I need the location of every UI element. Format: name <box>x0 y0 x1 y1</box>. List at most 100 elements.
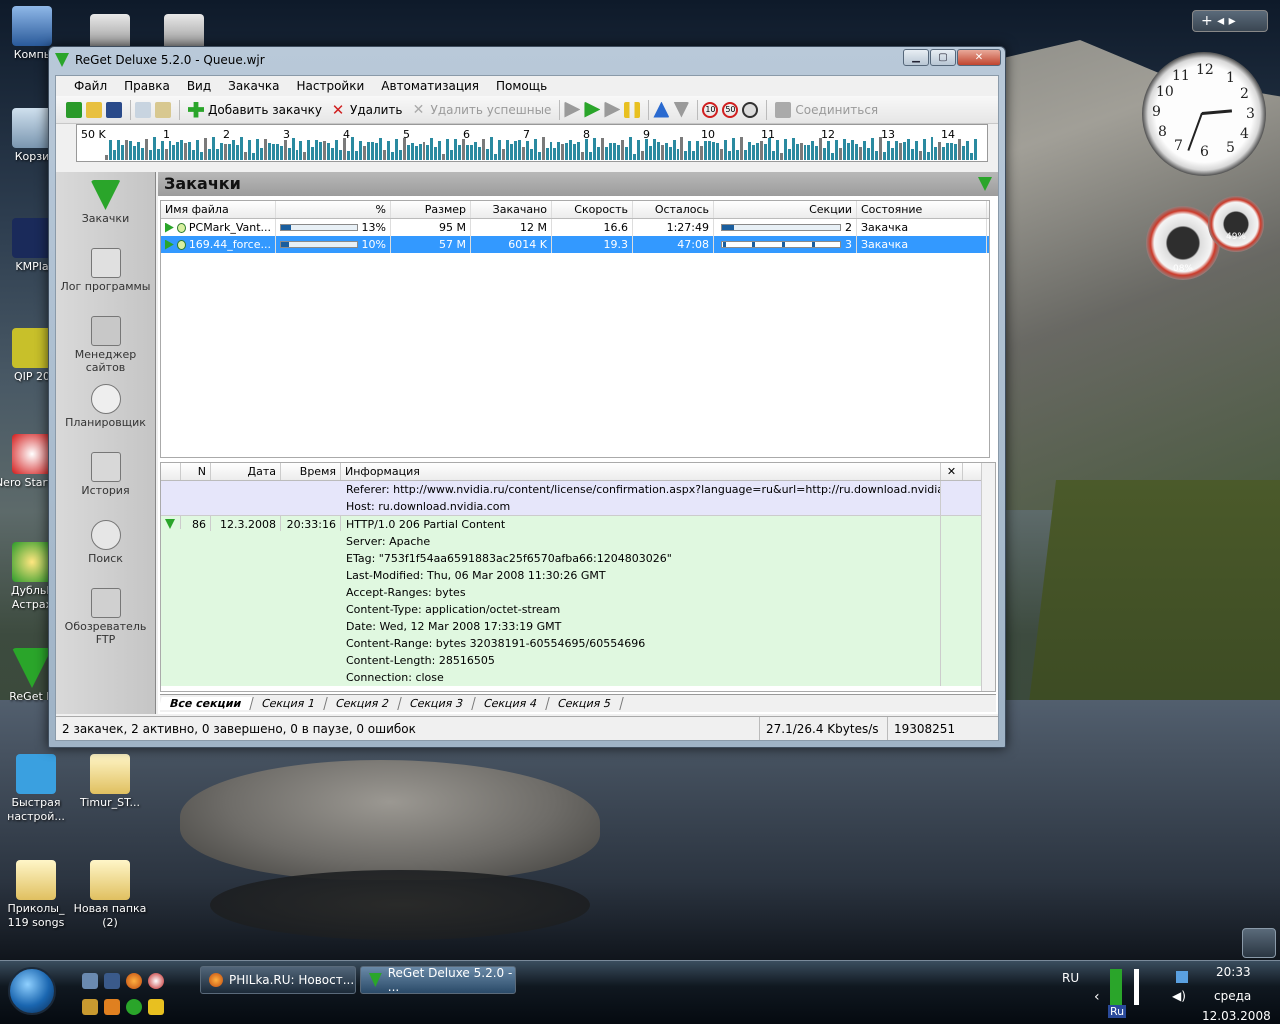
check-icon[interactable] <box>66 101 82 118</box>
graph-bar <box>827 140 831 160</box>
close-log-icon[interactable]: ✕ <box>941 463 963 480</box>
menu-automation[interactable]: Автоматизация <box>373 79 488 93</box>
pause-icon[interactable] <box>624 101 641 118</box>
table-row[interactable]: PCMark_Vant... 13% 95 M 12 M 16.6 1:27:4… <box>161 219 989 236</box>
nav-site-manager[interactable]: Менеджер сайтов <box>56 308 155 376</box>
menu-file[interactable]: Файл <box>66 79 116 93</box>
clock-day[interactable]: среда <box>1214 989 1251 1003</box>
reget-window: ReGet Deluxe 5.2.0 - Queue.wjr ▁ ▢ ✕ Фай… <box>48 46 1006 748</box>
col-speed[interactable]: Скорость <box>552 201 633 218</box>
speed-limit-10-icon[interactable]: 10 <box>702 101 719 118</box>
graph-bar <box>870 138 874 160</box>
log-line: ETag: "753f1f54aa6591883ac25f6570afba66:… <box>346 552 672 565</box>
window-title: ReGet Deluxe 5.2.0 - Queue.wjr <box>75 53 265 67</box>
menu-settings[interactable]: Настройки <box>289 79 374 93</box>
quicklaunch-app4-icon[interactable] <box>148 999 164 1015</box>
desktop-icon-folder-timur[interactable]: Timur_ST... <box>70 754 150 810</box>
tab-all-sections[interactable]: Все секции <box>158 697 254 710</box>
minimize-button[interactable]: ▁ <box>903 49 929 66</box>
section-tabs: Все секции Секция 1 Секция 2 Секция 3 Се… <box>158 694 996 712</box>
graph-bar <box>573 144 577 160</box>
move-down-icon[interactable] <box>673 101 690 118</box>
delete-button[interactable]: ✕ Удалить <box>326 99 407 121</box>
show-desktop-button[interactable] <box>1242 928 1276 958</box>
menu-download[interactable]: Закачка <box>220 79 288 93</box>
tab-section-4[interactable]: Секция 4 <box>472 697 550 710</box>
quicklaunch-app3-icon[interactable] <box>126 999 142 1015</box>
quicklaunch-firefox-icon[interactable] <box>126 973 142 989</box>
add-download-button[interactable]: Добавить закачку <box>184 99 326 121</box>
col-filename[interactable]: Имя файла <box>161 201 276 218</box>
table-row-selected[interactable]: 169.44_force... 10% 57 M 6014 K 19.3 47:… <box>161 236 989 253</box>
desktop-icon-folder-songs[interactable]: Приколы_ 119 songs <box>0 860 76 930</box>
quicklaunch-desktop-icon[interactable] <box>82 973 98 989</box>
start-icon[interactable] <box>584 101 601 118</box>
col-size[interactable]: Размер <box>391 201 471 218</box>
paste-icon[interactable] <box>155 101 171 118</box>
log-entry[interactable]: 86 12.3.2008 20:33:16 HTTP/1.0 206 Parti… <box>161 515 995 686</box>
quicklaunch-opera-icon[interactable] <box>148 973 164 989</box>
tray-icons[interactable] <box>1110 969 1170 1005</box>
network-icon[interactable] <box>1176 971 1188 983</box>
traffic-graph: 50 K 1 2 3 4 5 6 7 8 9 10 11 12 13 14 <box>76 124 988 162</box>
menu-view[interactable]: Вид <box>179 79 220 93</box>
tab-section-1[interactable]: Секция 1 <box>250 697 328 710</box>
nav-scheduler[interactable]: Планировщик <box>56 376 155 444</box>
plus-icon <box>188 101 204 118</box>
graph-bar <box>890 147 894 160</box>
graph-bar <box>112 150 116 160</box>
volume-icon[interactable]: ◀) <box>1172 989 1186 1003</box>
col-state[interactable]: Состояние <box>857 201 987 218</box>
graph-bar <box>779 153 783 160</box>
nav-downloads[interactable]: Закачки <box>56 172 155 240</box>
nav-ftp-browser[interactable]: Обозреватель FTP <box>56 580 155 648</box>
tab-section-2[interactable]: Секция 2 <box>324 697 402 710</box>
quicklaunch-app1-icon[interactable] <box>82 999 98 1015</box>
tab-section-3[interactable]: Секция 3 <box>398 697 476 710</box>
keyboard-layout-indicator[interactable]: Ru <box>1108 1005 1127 1018</box>
start-button[interactable] <box>8 967 56 1015</box>
quicklaunch-app2-icon[interactable] <box>104 999 120 1015</box>
save-icon[interactable] <box>106 101 122 118</box>
taskbar-item-reget[interactable]: ReGet Deluxe 5.2.0 - ... <box>360 966 516 994</box>
col-remaining[interactable]: Осталось <box>633 201 714 218</box>
col-sections[interactable]: Секции <box>714 201 857 218</box>
tab-section-5[interactable]: Секция 5 <box>545 697 624 710</box>
desktop-icon-quick-setup[interactable]: Быстрая настрой... <box>0 754 76 824</box>
nav-search[interactable]: Поиск <box>56 512 155 580</box>
connect-button[interactable]: Соединиться <box>771 99 882 121</box>
graph-bar <box>561 143 565 160</box>
delete-completed-button[interactable]: ✕ Удалить успешные <box>407 99 556 121</box>
play-icon[interactable] <box>604 101 621 118</box>
open-icon[interactable] <box>86 101 102 118</box>
row-progress-bar <box>280 241 358 248</box>
window-titlebar[interactable]: ReGet Deluxe 5.2.0 - Queue.wjr <box>49 47 1005 73</box>
no-limit-icon[interactable] <box>742 101 759 118</box>
maximize-button[interactable]: ▢ <box>930 49 956 66</box>
tray-expand-icon[interactable]: ‹ <box>1094 989 1100 1005</box>
clock-time[interactable]: 20:33 <box>1216 965 1251 979</box>
log-scrollbar[interactable] <box>981 463 995 691</box>
close-button[interactable]: ✕ <box>957 49 1001 66</box>
taskbar-item-browser[interactable]: PHILka.RU: Новост... <box>200 966 356 994</box>
graph-bar <box>700 145 704 160</box>
col-percent[interactable]: % <box>276 201 391 218</box>
start-all-icon[interactable] <box>564 101 581 118</box>
move-up-icon[interactable] <box>653 101 670 118</box>
sidebar-gadget-controls[interactable]: + ◂ ▸ <box>1192 10 1268 32</box>
clock-date[interactable]: 12.03.2008 <box>1202 1009 1271 1023</box>
nav-history[interactable]: История <box>56 444 155 512</box>
graph-bar <box>851 140 855 160</box>
speed-limit-50-icon[interactable]: 50 <box>722 101 739 118</box>
graph-bar <box>513 140 517 160</box>
graph-bar <box>303 151 307 160</box>
menu-help[interactable]: Помощь <box>488 79 556 93</box>
col-downloaded[interactable]: Закачано <box>471 201 552 218</box>
copy-icon[interactable] <box>135 101 151 118</box>
language-indicator[interactable]: RU <box>1062 971 1079 985</box>
desktop-icon-new-folder[interactable]: Новая папка (2) <box>70 860 150 930</box>
quicklaunch-switch-icon[interactable] <box>104 973 120 989</box>
nav-program-log[interactable]: Лог программы <box>56 240 155 308</box>
menu-edit[interactable]: Правка <box>116 79 179 93</box>
graph-bar <box>259 147 263 160</box>
